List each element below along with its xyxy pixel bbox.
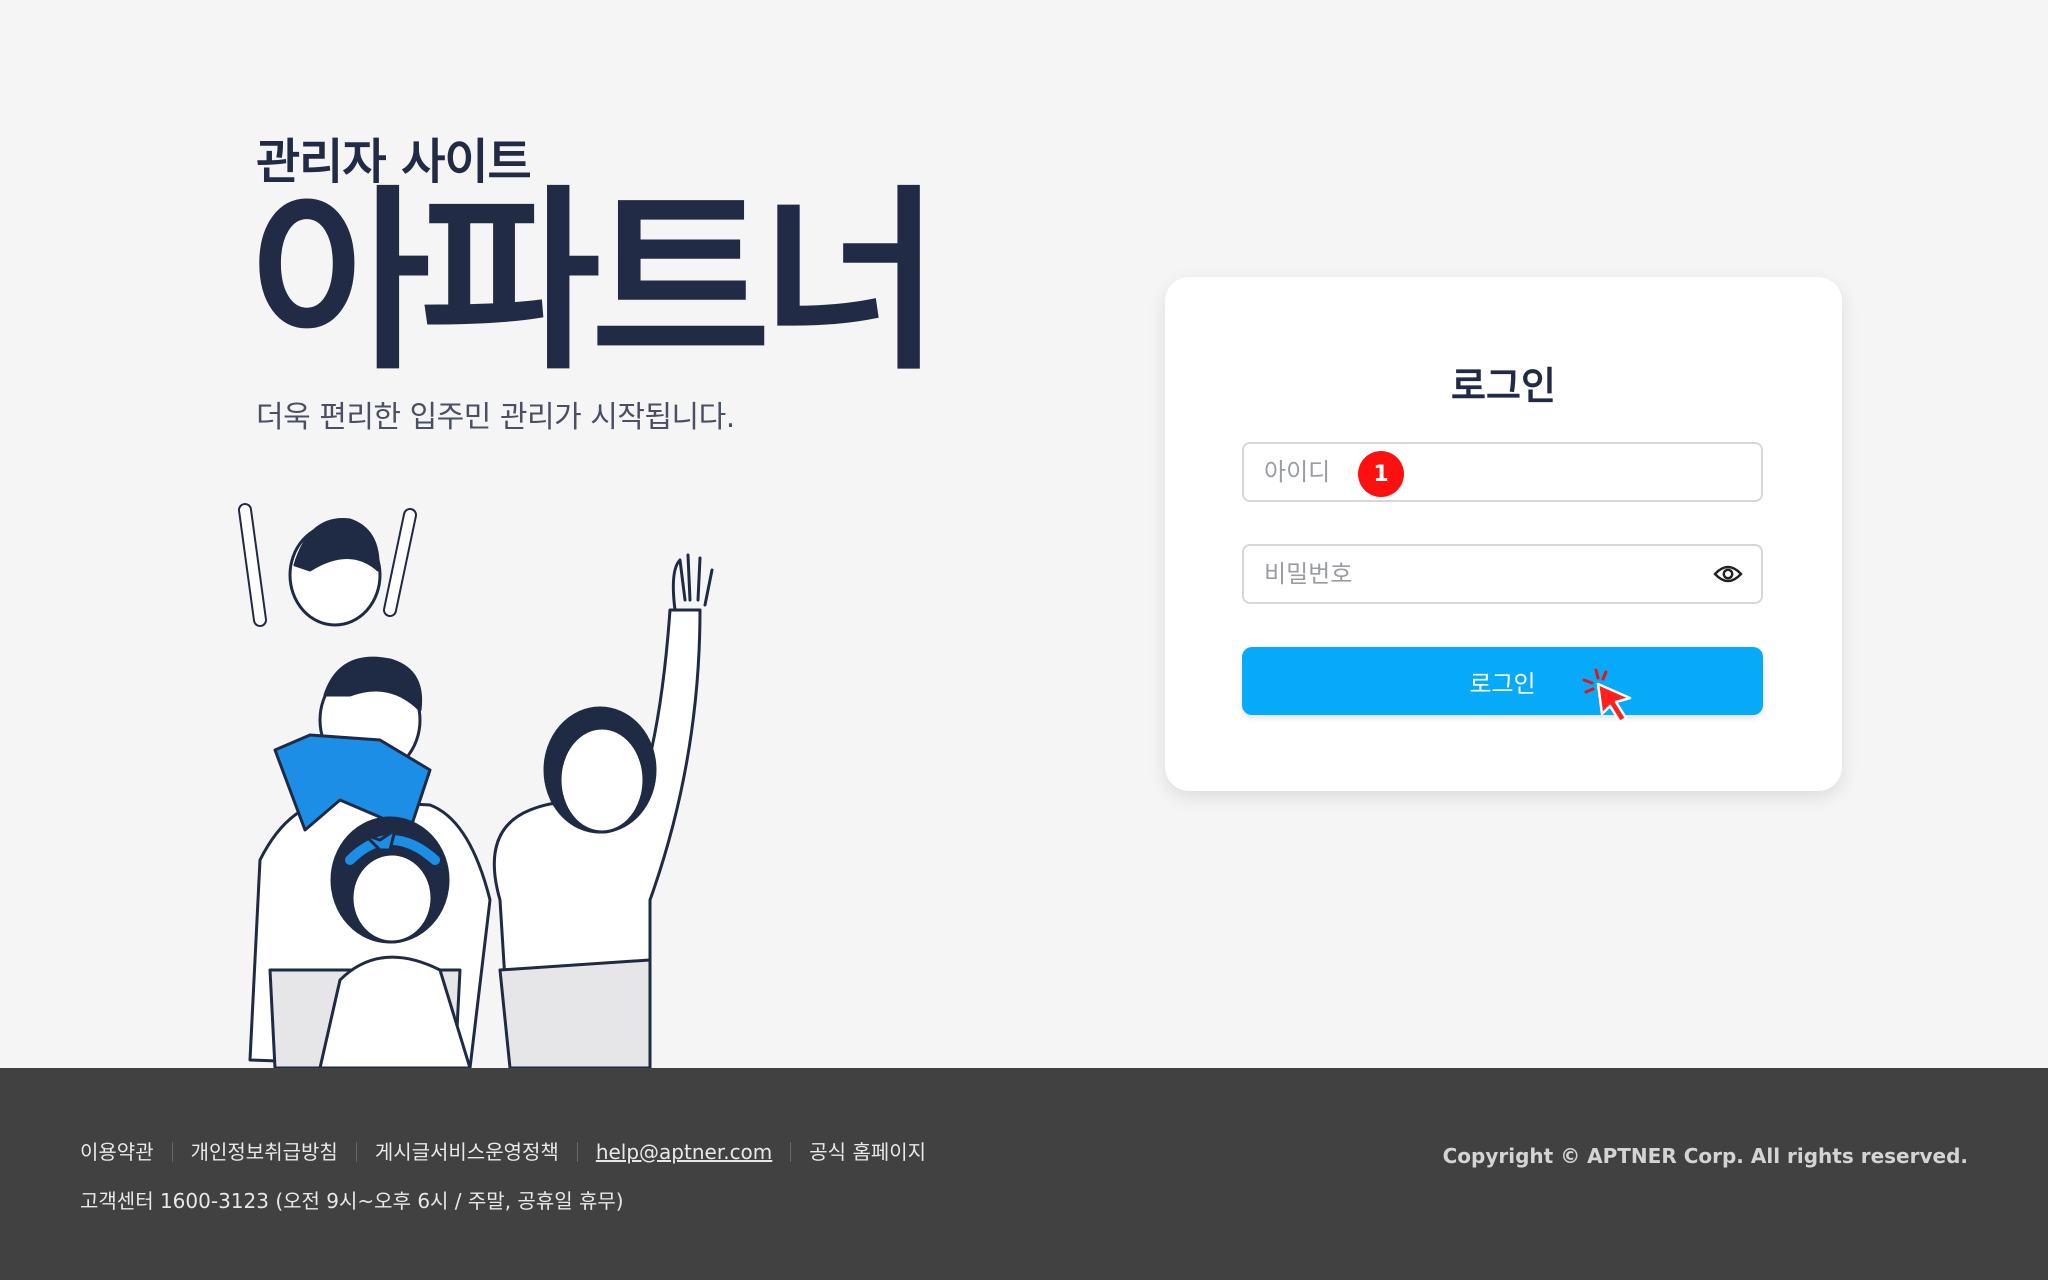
footer-links: 이용약관 개인정보취급방침 게시글서비스운영정책 help@aptner.com… bbox=[80, 1142, 944, 1162]
privacy-policy-link[interactable]: 개인정보취급방침 bbox=[171, 1142, 356, 1162]
login-title: 로그인 bbox=[1451, 364, 1556, 408]
terms-link[interactable]: 이용약관 bbox=[80, 1142, 172, 1162]
help-email-link[interactable]: help@aptner.com bbox=[576, 1142, 790, 1162]
id-field[interactable] bbox=[1242, 442, 1763, 502]
password-field[interactable] bbox=[1242, 544, 1763, 604]
step-badge: 1 bbox=[1358, 451, 1404, 497]
copyright-text: Copyright © APTNER Corp. All rights rese… bbox=[1442, 1144, 1968, 1168]
id-input[interactable] bbox=[1244, 444, 1704, 500]
login-card: 로그인 로그인 bbox=[1165, 277, 1842, 791]
click-cursor-icon bbox=[1582, 668, 1632, 724]
hero-tagline: 더욱 편리한 입주민 관리가 시작됩니다. bbox=[256, 400, 735, 435]
footer: 이용약관 개인정보취급방침 게시글서비스운영정책 help@aptner.com… bbox=[0, 1068, 2048, 1280]
customer-center-text: 고객센터 1600-3123 (오전 9시~오후 6시 / 주말, 공휴일 휴무… bbox=[80, 1189, 624, 1213]
family-illustration bbox=[238, 503, 714, 1068]
login-button[interactable]: 로그인 bbox=[1242, 647, 1763, 715]
password-input[interactable] bbox=[1244, 546, 1704, 602]
eye-icon[interactable] bbox=[1713, 561, 1743, 587]
hero-title: 아파트너 bbox=[250, 169, 941, 397]
official-homepage-link[interactable]: 공식 홈페이지 bbox=[790, 1142, 944, 1162]
post-policy-link[interactable]: 게시글서비스운영정책 bbox=[355, 1142, 577, 1162]
